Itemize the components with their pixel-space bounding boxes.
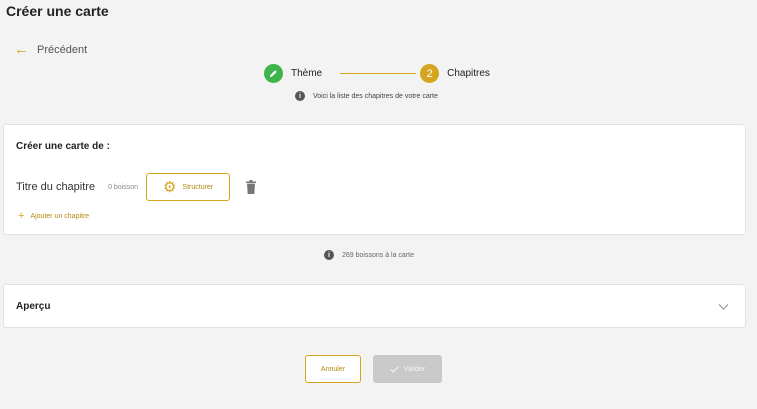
pencil-icon bbox=[264, 64, 283, 83]
arrow-left-icon: ← bbox=[14, 41, 29, 58]
structure-button[interactable]: ⚙ Structurer bbox=[146, 173, 231, 201]
page-title: Créer une carte bbox=[6, 3, 109, 19]
chevron-down-icon bbox=[718, 304, 729, 310]
gear-icon: ⚙ bbox=[162, 178, 177, 196]
trash-icon[interactable] bbox=[246, 180, 257, 194]
stepper-info: i Voici la liste des chapitres de votre … bbox=[295, 91, 438, 101]
chapter-title[interactable]: Titre du chapitre bbox=[16, 181, 95, 193]
preview-title: Aperçu bbox=[16, 301, 51, 312]
drinks-count-text: 269 boissons à la carte bbox=[342, 251, 414, 259]
check-icon bbox=[390, 365, 399, 373]
validate-button-label: Valider bbox=[403, 365, 426, 373]
info-icon: i bbox=[324, 250, 334, 260]
stepper-info-text: Voici la liste des chapitres de votre ca… bbox=[313, 92, 438, 100]
structure-button-label: Structurer bbox=[182, 183, 214, 191]
validate-button: Valider bbox=[373, 355, 442, 383]
step-theme-label: Thème bbox=[291, 68, 323, 79]
info-icon: i bbox=[295, 91, 305, 101]
step-number-badge: 2 bbox=[420, 64, 440, 83]
step-chapitres-label: Chapitres bbox=[447, 68, 490, 79]
step-chapitres: 2 Chapitres bbox=[420, 64, 490, 83]
chapters-card: Créer une carte de : Titre du chapitre 0… bbox=[3, 124, 746, 235]
chapter-row: Titre du chapitre 0 boisson ⚙ Structurer bbox=[16, 173, 257, 201]
cancel-button-label: Annuler bbox=[320, 365, 346, 373]
back-link[interactable]: ← Précédent bbox=[14, 42, 87, 57]
back-link-label: Précédent bbox=[37, 43, 88, 56]
add-chapter-link[interactable]: + Ajouter un chapitre bbox=[18, 210, 89, 222]
card-title: Créer une carte de : bbox=[16, 141, 110, 152]
preview-panel[interactable]: Aperçu bbox=[3, 284, 746, 328]
stepper: Thème 2 Chapitres bbox=[264, 64, 490, 83]
step-connector bbox=[340, 73, 417, 74]
drinks-count: i 269 boissons à la carte bbox=[324, 250, 414, 260]
cancel-button[interactable]: Annuler bbox=[305, 355, 361, 383]
step-theme[interactable]: Thème bbox=[264, 64, 322, 83]
add-chapter-label: Ajouter un chapitre bbox=[30, 212, 90, 220]
chapter-count: 0 boisson bbox=[108, 183, 139, 191]
plus-icon: + bbox=[18, 210, 25, 222]
